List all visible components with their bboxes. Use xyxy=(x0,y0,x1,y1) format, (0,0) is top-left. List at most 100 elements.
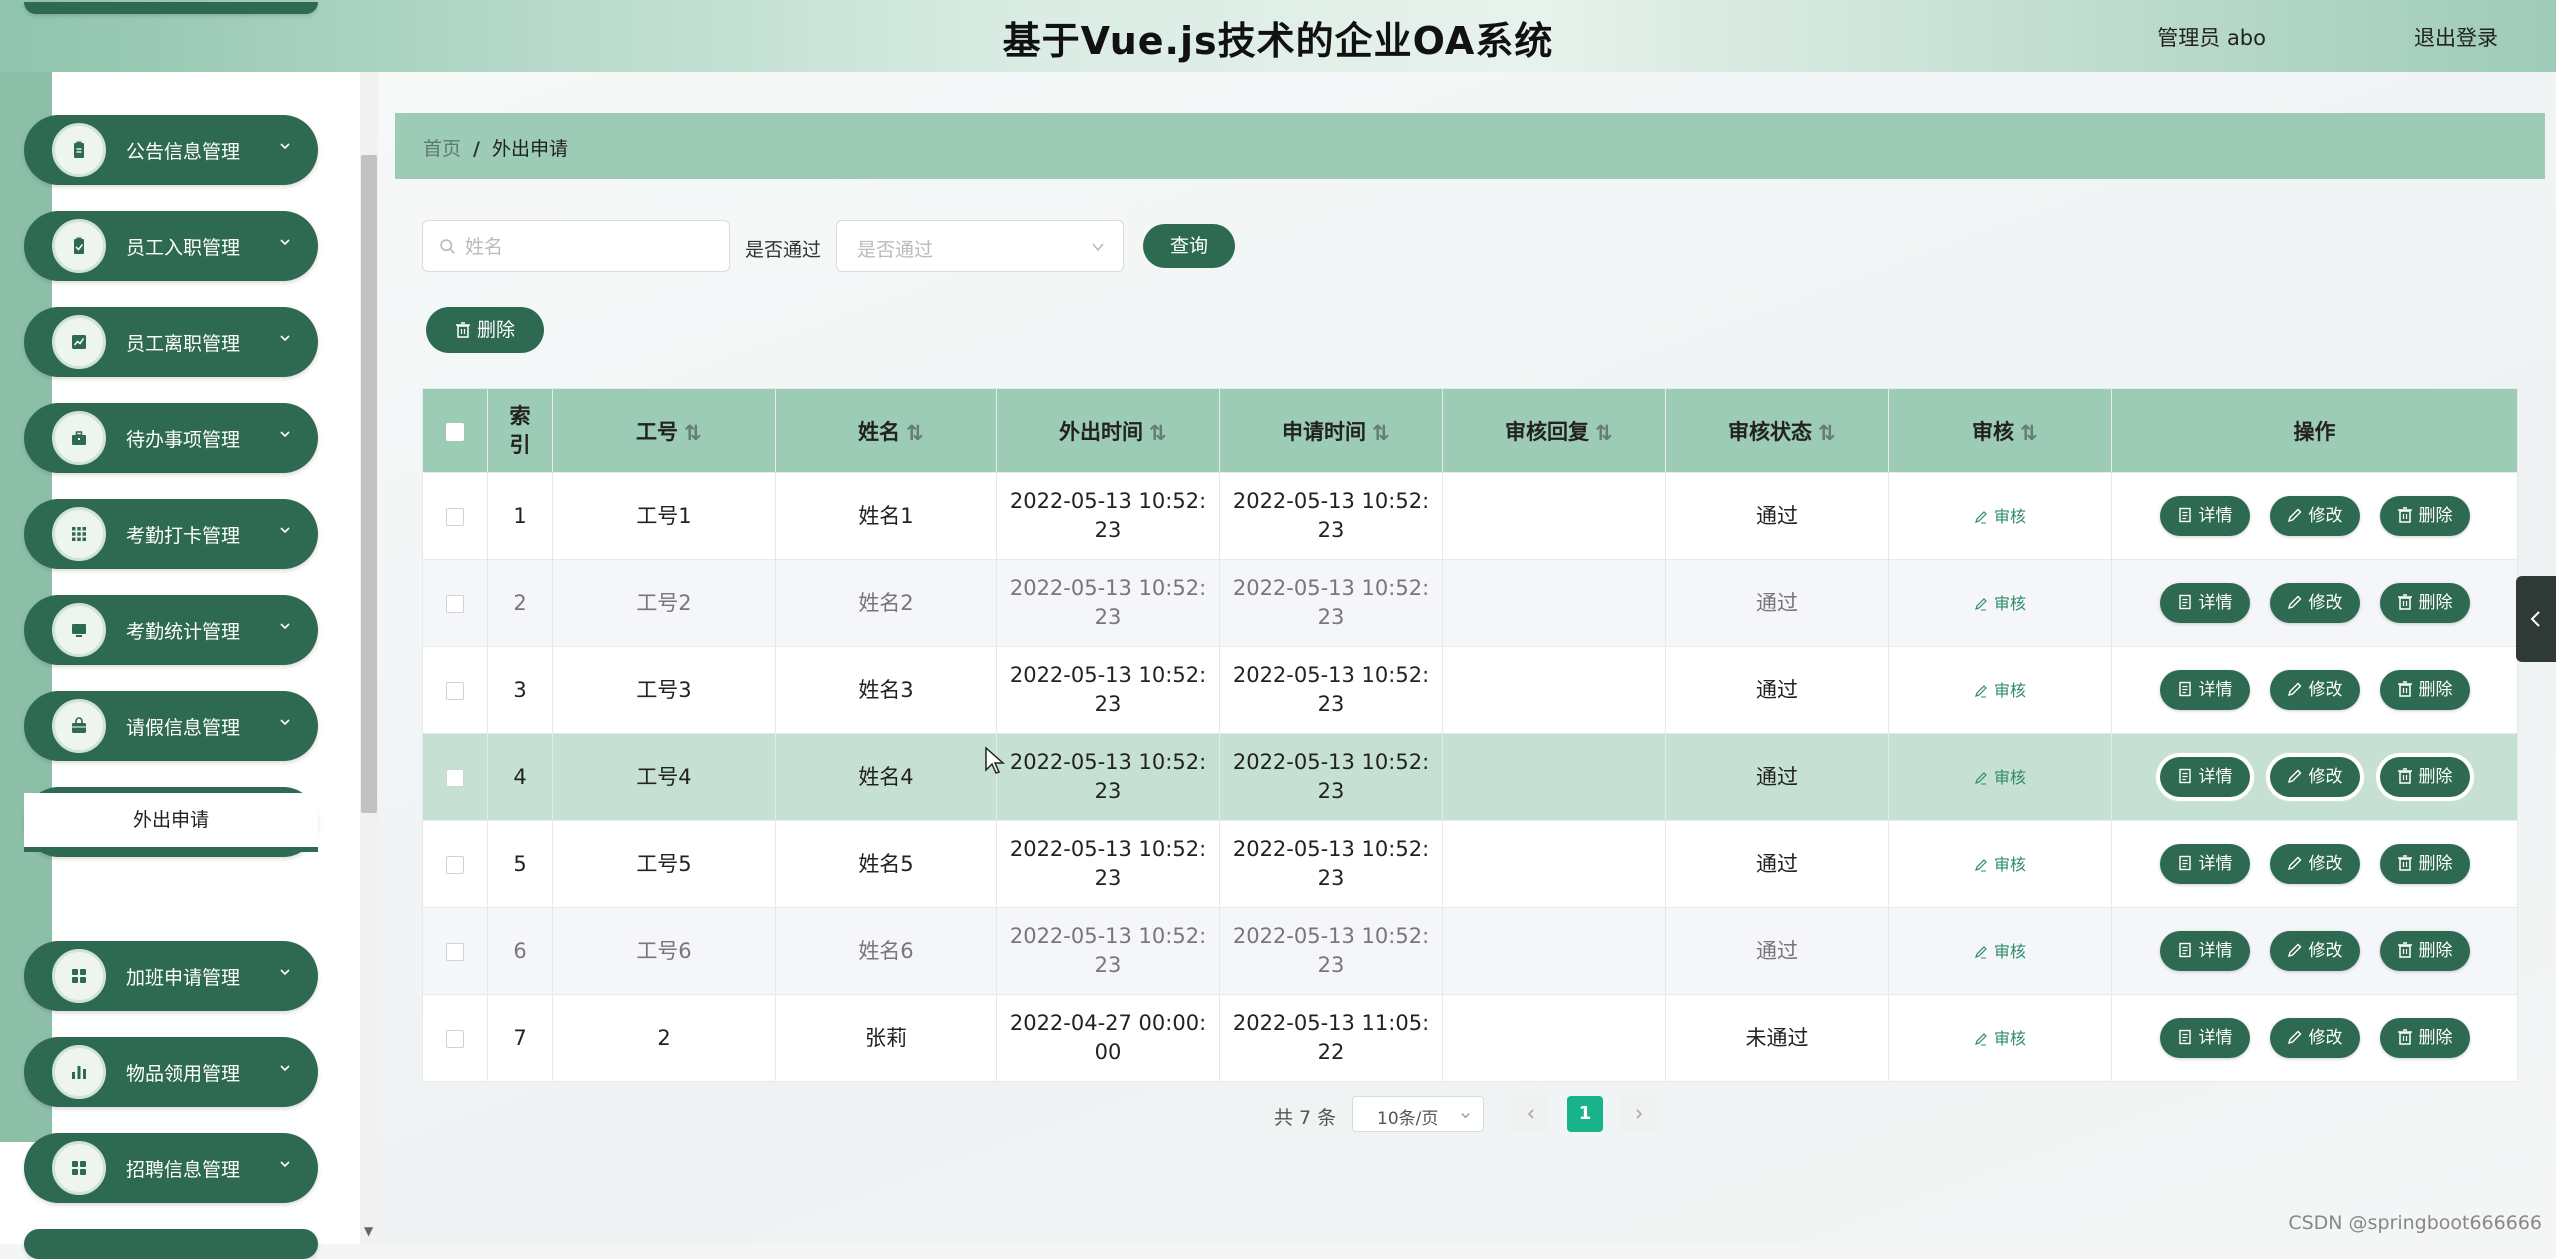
sidebar-item-partial[interactable] xyxy=(24,2,318,14)
sidebar-item-partial-bottom[interactable] xyxy=(24,1229,318,1259)
edit-button[interactable]: 修改 xyxy=(2269,670,2360,710)
bulk-delete-label: 删除 xyxy=(476,319,515,341)
col-name[interactable]: 姓名 ⇅ xyxy=(775,388,997,473)
sort-icon[interactable]: ⇅ xyxy=(1818,421,1836,445)
trash-icon xyxy=(2397,507,2412,523)
detail-button[interactable]: 详情 xyxy=(2159,670,2250,710)
passed-filter-select[interactable]: 是否通过 xyxy=(836,220,1124,272)
table-row[interactable]: 7 2 张莉 2022-04-27 00:00: 00 2022-05-13 11… xyxy=(422,994,2518,1082)
scroll-down-arrow-icon[interactable]: ▼ xyxy=(364,1224,373,1238)
cell-status: 通过 xyxy=(1665,820,1889,908)
detail-button[interactable]: 详情 xyxy=(2159,931,2250,971)
sidebar-item-0[interactable]: 公告信息管理 xyxy=(24,115,318,185)
row-checkbox[interactable] xyxy=(446,768,464,787)
sidebar-item-label: 公告信息管理 xyxy=(126,141,241,163)
sort-icon[interactable]: ⇅ xyxy=(684,421,702,445)
sidebar-item-10[interactable]: 招聘信息管理 xyxy=(24,1133,318,1203)
edit-icon xyxy=(2287,943,2301,958)
col-reply[interactable]: 审核回复 ⇅ xyxy=(1442,388,1666,473)
table-row[interactable]: 2 工号2 姓名2 2022-05-13 10:52: 23 2022-05-13… xyxy=(422,559,2518,647)
chevron-down-icon xyxy=(280,431,290,438)
table-row[interactable]: 6 工号6 姓名6 2022-05-13 10:52: 23 2022-05-13… xyxy=(422,907,2518,995)
sort-icon[interactable]: ⇅ xyxy=(1149,421,1167,445)
delete-button[interactable]: 删除 xyxy=(2379,844,2470,884)
sidebar-scroll-thumb[interactable] xyxy=(361,155,377,813)
name-search-input[interactable] xyxy=(463,230,717,264)
sidebar-item-4[interactable]: 考勤打卡管理 xyxy=(24,499,318,569)
delete-button[interactable]: 删除 xyxy=(2379,496,2470,536)
row-checkbox[interactable] xyxy=(446,507,464,526)
col-emp-no[interactable]: 工号 ⇅ xyxy=(552,388,776,473)
edit-button[interactable]: 修改 xyxy=(2269,1018,2360,1058)
page-number-1[interactable]: 1 xyxy=(1567,1096,1603,1132)
review-link[interactable]: 审核 xyxy=(1974,507,2026,526)
query-button[interactable]: 查询 xyxy=(1143,224,1235,268)
review-link[interactable]: 审核 xyxy=(1974,1029,2026,1048)
col-review[interactable]: 审核 ⇅ xyxy=(1888,388,2112,473)
edit-button[interactable]: 修改 xyxy=(2269,496,2360,536)
row-checkbox[interactable] xyxy=(446,942,464,961)
edit-button[interactable]: 修改 xyxy=(2269,583,2360,623)
sidebar-item-9[interactable]: 物品领用管理 xyxy=(24,1037,318,1107)
cell-status: 通过 xyxy=(1665,559,1889,647)
delete-button[interactable]: 删除 xyxy=(2379,1018,2470,1058)
sort-icon[interactable]: ⇅ xyxy=(2020,421,2038,445)
col-apply-time[interactable]: 申请时间 ⇅ xyxy=(1219,388,1443,473)
sidebar-item-6[interactable]: 请假信息管理 xyxy=(24,691,318,761)
sort-icon[interactable]: ⇅ xyxy=(1595,421,1613,445)
table-row[interactable]: 5 工号5 姓名5 2022-05-13 10:52: 23 2022-05-13… xyxy=(422,820,2518,908)
row-checkbox[interactable] xyxy=(446,681,464,700)
review-link[interactable]: 审核 xyxy=(1974,594,2026,613)
sidebar-item-8[interactable]: 加班申请管理 xyxy=(24,941,318,1011)
detail-button[interactable]: 详情 xyxy=(2159,1018,2250,1058)
logout-link[interactable]: 退出登录 xyxy=(2414,22,2498,52)
delete-button[interactable]: 删除 xyxy=(2379,931,2470,971)
cell-actions: 详情 修改 删除 xyxy=(2111,907,2518,995)
sidebar-subitem-active[interactable]: 外出申请 xyxy=(24,793,318,852)
delete-button[interactable]: 删除 xyxy=(2379,583,2470,623)
review-link[interactable]: 审核 xyxy=(1974,681,2026,700)
prev-page-button[interactable] xyxy=(1513,1096,1549,1132)
row-select-cell xyxy=(422,994,488,1082)
detail-button[interactable]: 详情 xyxy=(2159,496,2250,536)
table-row[interactable]: 3 工号3 姓名3 2022-05-13 10:52: 23 2022-05-13… xyxy=(422,646,2518,734)
review-link[interactable]: 审核 xyxy=(1974,768,2026,787)
delete-button[interactable]: 删除 xyxy=(2379,670,2470,710)
breadcrumb-home[interactable]: 首页 xyxy=(423,138,461,160)
side-panel-toggle[interactable] xyxy=(2516,576,2556,662)
sidebar-item-1[interactable]: 员工入职管理 xyxy=(24,211,318,281)
sidebar-item-3[interactable]: 待办事项管理 xyxy=(24,403,318,473)
select-all-checkbox[interactable] xyxy=(446,422,464,441)
sort-icon[interactable]: ⇅ xyxy=(1372,421,1390,445)
row-checkbox[interactable] xyxy=(446,855,464,874)
sidebar-item-label: 待办事项管理 xyxy=(126,429,241,451)
edit-button[interactable]: 修改 xyxy=(2269,844,2360,884)
sort-icon[interactable]: ⇅ xyxy=(906,421,924,445)
table-row[interactable]: 1 工号1 姓名1 2022-05-13 10:52: 23 2022-05-13… xyxy=(422,472,2518,560)
trash-icon xyxy=(2397,1029,2412,1045)
edit-button[interactable]: 修改 xyxy=(2269,931,2360,971)
chevron-down-icon xyxy=(280,335,290,342)
sidebar-item-2[interactable]: 员工离职管理 xyxy=(24,307,318,377)
next-page-button[interactable] xyxy=(1621,1096,1657,1132)
table-row[interactable]: 4 工号4 姓名4 2022-05-13 10:52: 23 2022-05-13… xyxy=(422,733,2518,821)
col-out-time[interactable]: 外出时间 ⇅ xyxy=(996,388,1220,473)
review-link[interactable]: 审核 xyxy=(1974,942,2026,961)
detail-button[interactable]: 详情 xyxy=(2159,844,2250,884)
bulk-delete-button[interactable]: 删除 xyxy=(426,307,544,353)
col-status[interactable]: 审核状态 ⇅ xyxy=(1665,388,1889,473)
sidebar-item-5[interactable]: 考勤统计管理 xyxy=(24,595,318,665)
detail-button[interactable]: 详情 xyxy=(2159,583,2250,623)
chevron-down-icon xyxy=(280,719,290,726)
page-size-select[interactable]: 10条/页 xyxy=(1352,1096,1484,1132)
review-link[interactable]: 审核 xyxy=(1974,855,2026,874)
document-icon xyxy=(2178,594,2191,610)
cell-index: 5 xyxy=(487,820,553,908)
edit-button[interactable]: 修改 xyxy=(2269,757,2360,797)
detail-button[interactable]: 详情 xyxy=(2159,757,2250,797)
row-checkbox[interactable] xyxy=(446,594,464,613)
delete-button[interactable]: 删除 xyxy=(2379,757,2470,797)
edit-icon xyxy=(2287,595,2301,610)
cell-review: 审核 xyxy=(1888,820,2112,908)
row-checkbox[interactable] xyxy=(446,1029,464,1048)
